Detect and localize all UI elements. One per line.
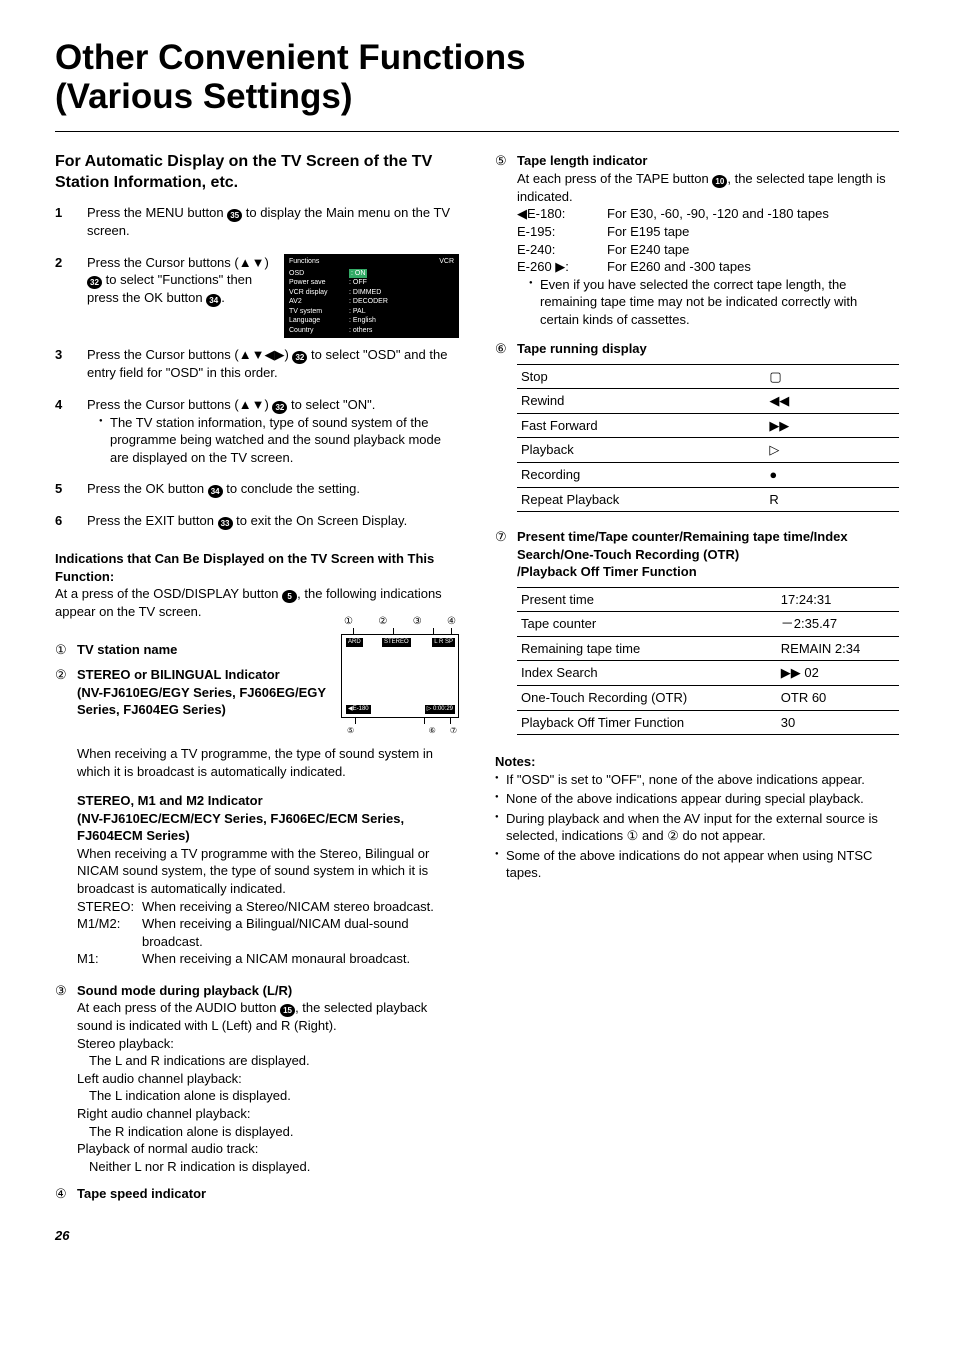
indications-heading: Indications that Can Be Displayed on the… — [55, 550, 459, 585]
left-column: For Automatic Display on the TV Screen o… — [55, 152, 459, 1206]
badge-icon: 10 — [712, 175, 727, 188]
circled-6: ⑥ — [495, 340, 517, 512]
circled-1: ① — [55, 641, 77, 659]
badge-icon: 35 — [227, 209, 242, 222]
step-4: 4 Press the Cursor buttons (▲▼) 32 to se… — [55, 396, 459, 467]
page-number: 26 — [55, 1227, 899, 1245]
badge-icon: 5 — [282, 590, 297, 603]
circled-3: ③ — [55, 982, 77, 1175]
step-3: 3 Press the Cursor buttons (▲▼◀▶) 32 to … — [55, 346, 459, 382]
circled-4: ④ — [55, 1185, 77, 1203]
badge-icon: 33 — [218, 517, 233, 530]
circled-2: ② — [55, 666, 77, 719]
step-5: 5 Press the OK button 34 to conclude the… — [55, 480, 459, 498]
step-2: 2 Press the Cursor buttons (▲▼) 32 to se… — [55, 254, 272, 308]
page-title: Other Convenient Functions (Various Sett… — [55, 38, 899, 116]
notes-heading: Notes: — [495, 753, 899, 771]
notes-list: If "OSD" is set to "OFF", none of the ab… — [495, 771, 899, 882]
badge-icon: 15 — [280, 1004, 295, 1017]
badge-icon: 32 — [272, 401, 287, 414]
badge-icon: 32 — [292, 351, 307, 364]
step-1: 1 Press the MENU button 35 to display th… — [55, 204, 459, 240]
indicator-screenshot: ① ② ③ ④ ARD STEREO L R SP ◀E-180 ▷ 0:00:… — [341, 615, 459, 737]
title-rule — [55, 131, 899, 132]
tv-station-name: TV station name — [77, 641, 329, 659]
step-6: 6 Press the EXIT button 33 to exit the O… — [55, 512, 459, 530]
time-counter-table: Present time17:24:31 Tape counter－2:35.4… — [517, 587, 899, 735]
right-column: ⑤ Tape length indicator At each press of… — [495, 152, 899, 1206]
badge-icon: 34 — [208, 485, 223, 498]
tape-running-table: Stop▢ Rewind◀◀ Fast Forward▶▶ Playback▷ … — [517, 364, 899, 512]
badge-icon: 34 — [206, 294, 221, 307]
circled-7: ⑦ — [495, 528, 517, 735]
badge-icon: 32 — [87, 276, 102, 289]
section-heading: For Automatic Display on the TV Screen o… — [55, 152, 459, 194]
circled-5: ⑤ — [495, 152, 517, 328]
functions-screenshot: Functions VCR OSD: ON Power save: OFF VC… — [284, 254, 459, 339]
